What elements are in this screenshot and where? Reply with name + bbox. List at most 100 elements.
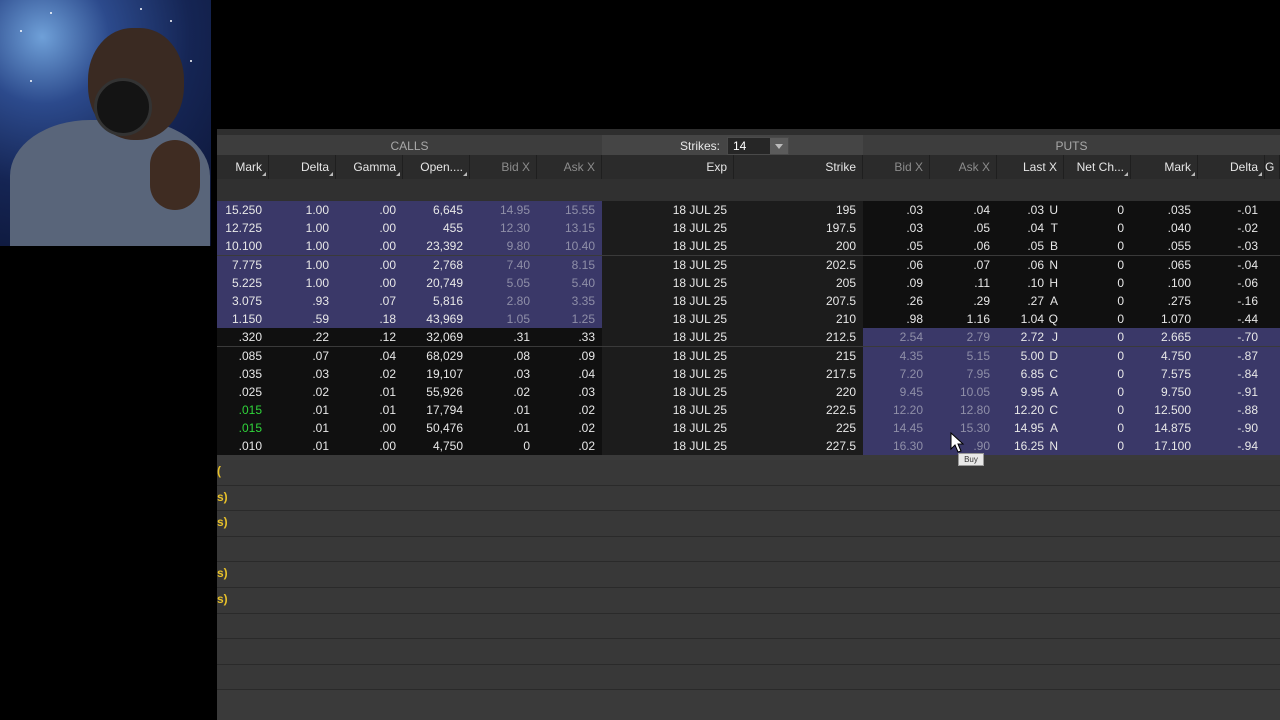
call-ask-cell[interactable]: .02 (537, 419, 602, 438)
put-bid-cell[interactable]: 7.20 (863, 364, 930, 383)
table-row[interactable]: .320.22.12 32,069.31.33 18 JUL 25 212.5 2.54… (217, 328, 1280, 347)
call-bid-cell[interactable]: .03 (470, 364, 537, 383)
call-bid-cell[interactable]: 5.05 (470, 273, 537, 292)
put-ask-cell[interactable]: 12.80 (930, 401, 997, 420)
call-bid-cell[interactable]: .02 (470, 382, 537, 401)
col-call-mark[interactable]: Mark (217, 155, 269, 179)
col-put-net-change[interactable]: Net Ch... (1064, 155, 1131, 179)
put-delta-cell: -.84 (1198, 364, 1265, 383)
put-ask-cell[interactable]: 1.16 (930, 310, 997, 329)
put-bid-cell[interactable]: .98 (863, 310, 930, 329)
position-subrow[interactable]: ( (217, 460, 1280, 486)
put-ask-cell[interactable]: 10.05 (930, 382, 997, 401)
table-row[interactable]: 3.075.93.07 5,816 2.80 3.35 18 JUL 25 207.5.2… (217, 291, 1280, 310)
table-row[interactable]: .025.02.01 55,926.02.03 18 JUL 25 220 9.45 10… (217, 382, 1280, 401)
put-bid-cell[interactable]: .05 (863, 237, 930, 256)
col-call-open-interest[interactable]: Open.... (403, 155, 470, 179)
chevron-down-icon[interactable] (770, 138, 788, 154)
col-strike[interactable]: Strike (734, 155, 863, 179)
call-bid-cell[interactable]: 14.95 (470, 201, 537, 219)
put-ask-cell[interactable]: .07 (930, 255, 997, 274)
call-ask-cell[interactable]: 1.25 (537, 310, 602, 329)
call-ask-cell[interactable]: .02 (537, 401, 602, 420)
call-ask-cell[interactable]: 3.35 (537, 291, 602, 310)
call-bid-cell[interactable]: 9.80 (470, 237, 537, 256)
call-ask-cell[interactable]: 13.15 (537, 219, 602, 238)
exp-cell: 18 JUL 25 (602, 237, 734, 256)
exchange-cell: N (1046, 437, 1064, 456)
put-bid-cell[interactable]: .06 (863, 255, 930, 274)
put-bid-cell[interactable]: .03 (863, 201, 930, 219)
position-subrows: (s) s) s) s) (217, 460, 1280, 691)
call-ask-cell[interactable]: 15.55 (537, 201, 602, 219)
call-ask-cell[interactable]: .02 (537, 437, 602, 456)
table-row[interactable]: .015.01.00 50,476.01.02 18 JUL 25 225 14.45 1… (217, 419, 1280, 438)
put-bid-cell[interactable]: 2.54 (863, 328, 930, 347)
table-row[interactable]: 1.150.59.18 43,969 1.05 1.25 18 JUL 25 210.98… (217, 310, 1280, 329)
put-bid-cell[interactable]: .03 (863, 219, 930, 238)
put-ask-cell[interactable]: 2.79 (930, 328, 997, 347)
col-call-gamma[interactable]: Gamma (336, 155, 403, 179)
call-bid-cell[interactable]: 0 (470, 437, 537, 456)
position-subrow[interactable]: s) (217, 485, 1280, 512)
col-put-delta[interactable]: Delta (1198, 155, 1265, 179)
put-ask-cell[interactable]: .11 (930, 273, 997, 292)
call-bid-cell[interactable]: .01 (470, 419, 537, 438)
table-row[interactable]: 5.225 1.00.00 20,749 5.05 5.40 18 JUL 25 205.0… (217, 273, 1280, 292)
put-ask-cell[interactable]: .05 (930, 219, 997, 238)
table-row[interactable]: 12.725 1.00.00 455 12.30 13.15 18 JUL 25 197.5… (217, 219, 1280, 238)
position-subrow[interactable] (217, 613, 1280, 640)
col-call-ask[interactable]: Ask X (537, 155, 602, 179)
put-bid-cell[interactable]: .09 (863, 273, 930, 292)
call-ask-cell[interactable]: .09 (537, 346, 602, 365)
put-ask-cell[interactable]: .06 (930, 237, 997, 256)
call-ask-cell[interactable]: 10.40 (537, 237, 602, 256)
table-row[interactable]: 15.250 1.00.00 6,645 14.95 15.55 18 JUL 25 195… (217, 201, 1280, 219)
table-row[interactable]: .015.01.01 17,794.01.02 18 JUL 25 222.5 12.2… (217, 401, 1280, 420)
col-exp[interactable]: Exp (602, 155, 734, 179)
position-subrow[interactable]: s) (217, 562, 1280, 588)
call-ask-cell[interactable]: .04 (537, 364, 602, 383)
call-bid-cell[interactable]: .08 (470, 346, 537, 365)
position-subrow[interactable]: s) (217, 587, 1280, 614)
put-net-change-cell: 0 (1064, 201, 1131, 219)
table-row[interactable]: .085.07.04 68,029.08.09 18 JUL 25 215 4.35 5.… (217, 346, 1280, 365)
col-call-bid[interactable]: Bid X (470, 155, 537, 179)
call-gamma-cell: .12 (336, 328, 403, 347)
put-bid-cell[interactable]: 16.30 (863, 437, 930, 456)
put-bid-cell[interactable]: 14.45 (863, 419, 930, 438)
position-subrow[interactable] (217, 664, 1280, 691)
call-bid-cell[interactable]: 2.80 (470, 291, 537, 310)
put-bid-cell[interactable]: 4.35 (863, 346, 930, 365)
position-subrow[interactable] (217, 536, 1280, 563)
put-bid-cell[interactable]: 9.45 (863, 382, 930, 401)
strikes-select[interactable]: 14 (727, 137, 789, 155)
put-bid-cell[interactable]: 12.20 (863, 401, 930, 420)
table-row[interactable]: .010.01.00 4,750 0.02 18 JUL 25 227.5 16.30.9… (217, 437, 1280, 456)
put-bid-cell[interactable]: .26 (863, 291, 930, 310)
put-ask-cell[interactable]: 7.95 (930, 364, 997, 383)
col-put-ask[interactable]: Ask X (930, 155, 997, 179)
call-bid-cell[interactable]: .01 (470, 401, 537, 420)
col-put-gamma[interactable]: G (1265, 155, 1280, 179)
call-bid-cell[interactable]: 7.40 (470, 255, 537, 274)
col-put-last[interactable]: Last X (997, 155, 1064, 179)
put-ask-cell[interactable]: .04 (930, 201, 997, 219)
put-ask-cell[interactable]: 5.15 (930, 346, 997, 365)
col-put-mark[interactable]: Mark (1131, 155, 1198, 179)
table-row[interactable]: 10.100 1.00.00 23,392 9.80 10.40 18 JUL 25 200… (217, 237, 1280, 256)
position-subrow[interactable] (217, 639, 1280, 665)
put-ask-cell[interactable]: .29 (930, 291, 997, 310)
call-ask-cell[interactable]: 5.40 (537, 273, 602, 292)
position-subrow[interactable]: s) (217, 511, 1280, 537)
call-bid-cell[interactable]: .31 (470, 328, 537, 347)
call-ask-cell[interactable]: .33 (537, 328, 602, 347)
col-put-bid[interactable]: Bid X (863, 155, 930, 179)
table-row[interactable]: 7.775 1.00.00 2,768 7.40 8.15 18 JUL 25 202.5.… (217, 255, 1280, 274)
call-ask-cell[interactable]: 8.15 (537, 255, 602, 274)
call-bid-cell[interactable]: 1.05 (470, 310, 537, 329)
table-row[interactable]: .035.03.02 19,107.03.04 18 JUL 25 217.5 7.20… (217, 364, 1280, 383)
call-bid-cell[interactable]: 12.30 (470, 219, 537, 238)
col-call-delta[interactable]: Delta (269, 155, 336, 179)
call-ask-cell[interactable]: .03 (537, 382, 602, 401)
